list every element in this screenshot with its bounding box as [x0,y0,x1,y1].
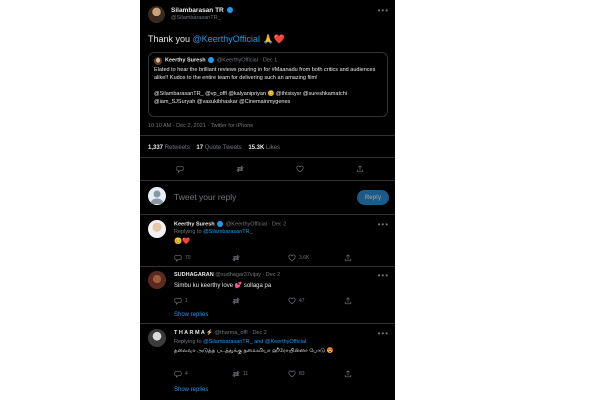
reply-text: 😊❤️ [174,238,191,245]
reply-author-name[interactable]: Keerthy Suresh [174,221,215,227]
replying-to-line: Replying to @SilambarasanTR_ and @Keerth… [174,339,307,345]
quote-tweets-stat[interactable]: 17 Quote Tweets [196,145,241,151]
tweet-thread-panel: Silambarasan TR @SilambarasanTR_ ••• Tha… [140,0,395,400]
verified-icon [226,7,233,14]
more-options-icon[interactable]: ••• [378,271,389,280]
share-icon [344,370,352,378]
heart-icon [296,165,304,173]
tweet-meta: 10:10 AM · Dec 2, 2021 · Twitter for iPh… [148,123,254,129]
quoted-tweet-card[interactable]: Keerthy Suresh @KeerthyOfficial · Dec 1 … [148,52,388,117]
user-silhouette-icon [150,190,164,204]
retweet-action[interactable] [232,254,243,262]
reply-author-handle[interactable]: @sudhagar37vijay · Dec 2 [215,272,280,278]
share-icon [344,297,352,305]
verified-icon [217,221,224,227]
more-options-icon[interactable]: ••• [378,220,389,229]
share-action[interactable] [344,297,352,305]
replying-to-link[interactable]: @SilambarasanTR_ and @KeerthyOfficial [203,339,306,345]
like-action[interactable] [296,165,304,173]
current-user-avatar [148,187,166,205]
retweet-action[interactable] [236,165,244,173]
more-options-icon[interactable]: ••• [378,329,389,338]
retweet-icon [236,165,244,173]
divider [140,266,395,267]
author-name[interactable]: Silambarasan TR [171,7,224,14]
reply-text: தலைவா அடுத்த படத்துக்கு தலைவியா ஹீரோயின்… [174,348,334,354]
replying-to-line: Replying to @SilambarasanTR_ [174,229,253,235]
tweet-emojis: 🙏❤️ [262,34,285,44]
reply-input[interactable]: Tweet your reply [174,192,236,202]
more-options-icon[interactable]: ••• [378,6,389,15]
mention-link[interactable]: @KeerthyOfficial [193,34,261,44]
share-action[interactable] [344,370,352,378]
divider [140,323,395,324]
reply-author-name[interactable]: T H A R M A ⚡ [174,330,213,336]
heart-icon [288,370,296,378]
quoted-author-name: Keerthy Suresh [165,57,206,64]
reply-button[interactable]: Reply [357,190,389,205]
reply-action[interactable]: 4 [174,370,188,378]
quoted-author-avatar [154,57,162,65]
share-icon [356,165,364,173]
share-action[interactable] [344,254,352,262]
reply-action[interactable]: 1 [174,297,188,305]
quoted-text: Elated to hear the brilliant reviews pou… [154,67,376,81]
divider [140,214,395,215]
retweet-action[interactable]: 11 [232,370,248,378]
tweet-text: Thank you @KeerthyOfficial 🙏❤️ [148,34,285,44]
heart-icon [288,297,296,305]
reply-action[interactable]: 70 [174,254,191,262]
share-icon [344,254,352,262]
retweet-icon [232,370,240,378]
retweet-icon [232,297,240,305]
reply-avatar[interactable] [148,220,166,238]
replying-to-link[interactable]: @SilambarasanTR_ [203,229,253,235]
retweet-action[interactable] [232,297,243,305]
quoted-author-handle: @KeerthyOfficial [216,57,258,64]
reply-avatar[interactable] [148,329,166,347]
verified-icon [208,57,215,63]
show-replies-link[interactable]: Show replies [174,387,395,393]
reply-icon [174,371,182,378]
like-action[interactable]: 83 [288,370,305,378]
share-action[interactable] [356,165,364,173]
divider [140,180,395,181]
show-replies-link[interactable]: Show replies [174,312,395,318]
like-action[interactable]: 47 [288,297,305,305]
reply-icon [174,298,182,305]
quoted-date: · Dec 1 [259,57,278,64]
reply-avatar[interactable] [148,271,166,289]
reply-author-handle[interactable]: @KeerthyOfficial · Dec 2 [226,221,287,227]
divider [140,157,395,158]
quoted-tags: @SilambarasanTR_ @vp_offl @kalyanipriyan… [154,91,348,105]
like-action[interactable]: 3.6K [288,254,309,262]
reply-action[interactable] [176,165,184,173]
author-avatar[interactable] [148,6,165,23]
likes-stat[interactable]: 15.3K Likes [248,145,280,151]
retweets-stat[interactable]: 1,337 Retweets [148,145,190,151]
reply-text: Simbu ku keerthy love 💕 sollaga pa [174,283,272,289]
reply-author-handle[interactable]: @tharma_offl · Dec 2 [215,330,267,336]
heart-icon [288,254,296,262]
reply-icon [174,255,182,262]
author-handle[interactable]: @SilambarasanTR_ [171,15,395,21]
divider [140,135,395,136]
reply-author-name[interactable]: SUDHAGARAN [174,272,214,278]
tweet-stats: 1,337 Retweets 17 Quote Tweets 15.3K Lik… [148,145,395,151]
reply-icon [176,166,184,173]
retweet-icon [232,254,240,262]
